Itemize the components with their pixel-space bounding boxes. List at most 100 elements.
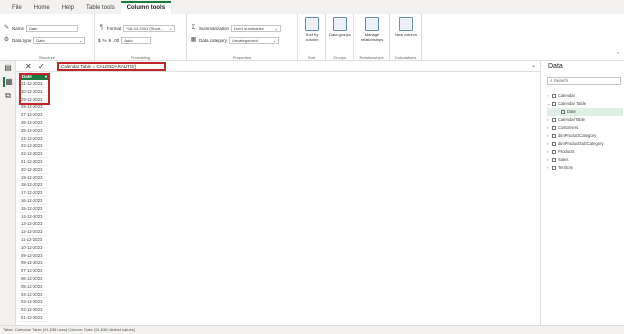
new-column-button[interactable]: New column xyxy=(394,17,418,37)
tab-home[interactable]: Home xyxy=(28,3,56,14)
table-row[interactable]: 21-12-2023 xyxy=(20,158,48,166)
chevron-right-icon[interactable]: › xyxy=(547,148,551,156)
table-row[interactable]: 02-12-2023 xyxy=(20,306,48,314)
table-icon xyxy=(561,110,565,114)
chevron-right-icon[interactable]: › xyxy=(547,156,551,164)
table-row[interactable]: 17-12-2023 xyxy=(20,189,48,197)
data-type-dropdown[interactable]: Date xyxy=(33,36,86,44)
currency-button[interactable]: $ xyxy=(98,38,101,43)
tree-item[interactable]: ⌄ Calendar Table xyxy=(547,100,623,108)
data-groups-button[interactable]: Data groups xyxy=(328,17,352,37)
table-row[interactable]: 30-12-2023 xyxy=(20,88,48,96)
table-row[interactable]: 09-12-2023 xyxy=(20,252,48,260)
table-row[interactable]: 29-12-2023 xyxy=(20,96,48,104)
table-row[interactable]: 07-12-2023 xyxy=(20,267,48,275)
chevron-right-icon[interactable]: › xyxy=(547,124,551,132)
table-row[interactable]: 11-12-2023 xyxy=(20,236,48,244)
data-pane: Data ⌕ Search › Calendar ⌄ Calendar Table Da… xyxy=(540,61,624,325)
groups-group-label: Groups xyxy=(332,55,347,60)
table-icon xyxy=(552,94,556,98)
name-field[interactable]: Date xyxy=(26,24,79,32)
table-row[interactable]: 10-12-2023 xyxy=(20,244,48,252)
search-input[interactable]: ⌕ Search xyxy=(547,77,621,85)
report-view-icon[interactable]: ▤ xyxy=(3,63,13,73)
model-view-icon[interactable]: ⧉ xyxy=(3,91,13,101)
column-header-label: Date xyxy=(22,74,32,79)
table-row[interactable]: 14-12-2023 xyxy=(20,213,48,221)
table-row[interactable]: 18-12-2023 xyxy=(20,181,48,190)
table-row[interactable]: 24-12-2023 xyxy=(20,135,48,143)
tree-item-label: Calendar Table xyxy=(558,101,587,106)
table-row[interactable]: 26-12-2023 xyxy=(20,119,48,127)
tab-table-tools[interactable]: Table tools xyxy=(80,3,121,14)
percent-button[interactable]: % xyxy=(103,38,107,43)
table-row[interactable]: 20-12-2023 xyxy=(20,166,48,174)
data-type-icon: ⚙ xyxy=(3,36,10,43)
chevron-right-icon[interactable]: › xyxy=(547,116,551,124)
table-row[interactable]: 06-12-2023 xyxy=(20,275,48,283)
table-row[interactable]: 23-12-2023 xyxy=(20,142,48,151)
table-row[interactable]: 16-12-2023 xyxy=(20,197,48,205)
tree-item[interactable]: › dimProductSubCategory xyxy=(547,140,623,148)
properties-group-label: Properties xyxy=(232,55,252,60)
table-row[interactable]: 28-12-2023 xyxy=(20,103,48,112)
data-category-dropdown[interactable]: Uncategorized xyxy=(229,36,280,44)
table-row[interactable]: 13-12-2023 xyxy=(20,220,48,229)
chevron-right-icon[interactable]: › xyxy=(547,92,551,100)
table-row[interactable]: 22-12-2023 xyxy=(20,150,48,158)
tab-help[interactable]: Help xyxy=(56,3,80,14)
fields-tree: › Calendar ⌄ Calendar Table Date › CalendarTab… xyxy=(547,92,623,172)
table-row[interactable]: 31-12-2023 xyxy=(20,80,48,88)
comma-button[interactable]: 9 xyxy=(109,38,112,43)
summarization-dropdown[interactable]: Don't summarize xyxy=(231,24,282,32)
table-row[interactable]: 19-12-2023 xyxy=(20,174,48,182)
table-row[interactable]: 03-12-2023 xyxy=(20,298,48,307)
column-header-date[interactable]: Date ▾ xyxy=(20,74,48,80)
tab-column-tools[interactable]: Column tools xyxy=(120,1,172,14)
sort-group: Sort by column Sort xyxy=(298,14,326,61)
chevron-right-icon[interactable]: › xyxy=(547,140,551,148)
formula-input[interactable]: Calendar Table = CALENDARAUTO() xyxy=(57,62,166,71)
tree-item[interactable]: › Customers xyxy=(547,124,623,132)
table-row[interactable]: 27-12-2023 xyxy=(20,111,48,119)
table-row[interactable]: 15-12-2023 xyxy=(20,205,48,213)
tab-file[interactable]: File xyxy=(6,3,28,14)
decimal-places-field[interactable]: Auto xyxy=(121,36,152,44)
table-row[interactable]: 25-12-2023 xyxy=(20,127,48,135)
sigma-icon: Σ xyxy=(191,24,196,31)
expand-formula-icon[interactable]: ⌄ xyxy=(531,62,536,69)
collapse-ribbon-icon[interactable]: ⌃ xyxy=(616,52,620,58)
table-row[interactable]: 04-12-2023 xyxy=(20,291,48,299)
table-row[interactable]: 12-12-2023 xyxy=(20,228,48,236)
formatting-group: ¶ Format *18-03-2001 (Short... $ % 9 .00… xyxy=(95,14,187,61)
filter-icon[interactable]: ▾ xyxy=(45,74,47,80)
formatting-group-label: Formatting xyxy=(130,55,151,60)
tree-item[interactable]: › Products xyxy=(547,148,623,156)
sort-by-column-button[interactable]: Sort by column xyxy=(300,17,324,42)
table-view-icon[interactable]: ▦ xyxy=(3,77,13,87)
tree-item[interactable]: Date xyxy=(547,108,623,116)
status-bar: Table: Calendar Table (91,638 rows) Colu… xyxy=(0,325,624,334)
format-dropdown[interactable]: *18-03-2001 (Short... xyxy=(123,24,176,32)
table-row[interactable]: 05-12-2023 xyxy=(20,283,48,291)
table-row[interactable]: 08-12-2023 xyxy=(20,259,48,268)
chevron-down-icon[interactable]: ⌄ xyxy=(547,100,551,108)
cancel-formula-icon[interactable]: ✕ xyxy=(25,62,32,71)
data-category-label: Data category xyxy=(199,37,228,43)
relationships-group: Manage relationships Relationships xyxy=(354,14,390,61)
tree-item[interactable]: › Sales xyxy=(547,156,623,164)
structure-group-label: Structure xyxy=(38,55,56,60)
commit-formula-icon[interactable]: ✓ xyxy=(38,62,45,71)
tree-item-label: dimProductSubCategory xyxy=(558,141,604,146)
manage-relationships-button[interactable]: Manage relationships xyxy=(360,17,384,42)
chevron-right-icon[interactable]: › xyxy=(547,164,551,172)
chevron-right-icon[interactable]: › xyxy=(547,132,551,140)
tree-item[interactable]: › dimProductCategory xyxy=(547,132,623,140)
table-row[interactable]: 01-12-2023 xyxy=(20,314,48,322)
tree-item[interactable]: › CalendarTable xyxy=(547,116,623,124)
tree-item-label: Products xyxy=(558,149,575,154)
format-icon: ¶ xyxy=(99,24,104,31)
tree-item[interactable]: › Calendar xyxy=(547,92,623,100)
decimal-button[interactable]: .00 xyxy=(113,38,119,43)
tree-item[interactable]: › Territory xyxy=(547,164,623,172)
